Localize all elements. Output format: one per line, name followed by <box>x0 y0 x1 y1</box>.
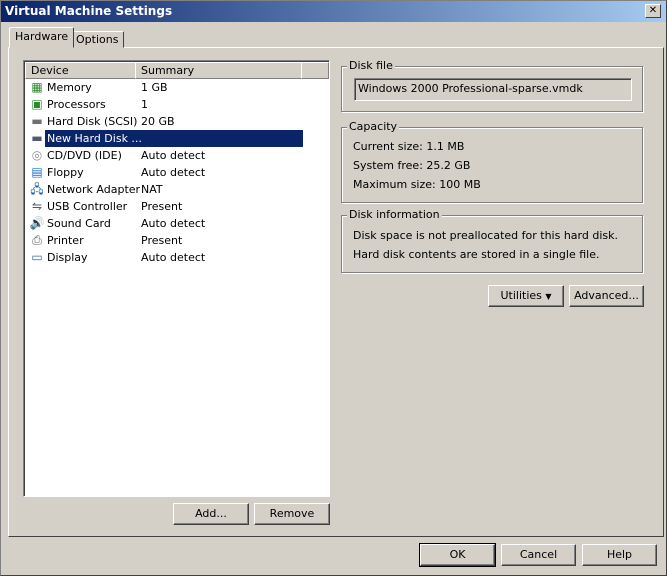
hard-disk-icon: ▬ <box>31 114 43 128</box>
device-summary: Auto detect <box>141 251 206 264</box>
device-row[interactable]: ▭ Display Auto detect <box>25 249 325 266</box>
device-name: Memory <box>47 81 92 94</box>
device-summary: Auto detect <box>141 217 206 230</box>
device-row[interactable]: ⇋ USB Controller Present <box>25 198 325 215</box>
device-summary: 1 GB <box>141 81 168 94</box>
disk-information-legend: Disk information <box>347 208 442 221</box>
device-name: Network Adapter <box>47 183 141 196</box>
device-name: Floppy <box>47 166 84 179</box>
device-row[interactable]: ▬ Hard Disk (SCSI) 20 GB <box>25 113 325 130</box>
capacity-group: Capacity Current size: 1.1 MB System fre… <box>341 120 643 203</box>
device-summary: 20 GB <box>141 115 175 128</box>
disk-info-line-2: Hard disk contents are stored in a singl… <box>353 248 600 261</box>
device-name: New Hard Disk ... <box>45 130 303 147</box>
device-name: CD/DVD (IDE) <box>47 149 122 162</box>
device-row[interactable]: ▦ Memory 1 GB <box>25 79 325 96</box>
remove-button[interactable]: Remove <box>254 503 330 525</box>
device-summary: Present <box>141 200 183 213</box>
title-bar: Virtual Machine Settings <box>1 1 666 22</box>
device-summary: 1 <box>141 98 148 111</box>
disk-file-field[interactable]: Windows 2000 Professional-sparse.vmdk <box>354 78 632 101</box>
column-header-filler <box>301 62 329 79</box>
add-button[interactable]: Add... <box>173 503 249 525</box>
disk-file-legend: Disk file <box>347 59 395 72</box>
dropdown-arrow-icon: ▼ <box>545 292 552 301</box>
floppy-icon: ▤ <box>31 165 43 179</box>
memory-icon: ▦ <box>31 80 43 94</box>
cd-icon: ◎ <box>31 148 43 162</box>
utilities-label: Utilities <box>500 289 542 302</box>
device-row[interactable]: ⎙ Printer Present <box>25 232 325 249</box>
help-button[interactable]: Help <box>582 544 657 566</box>
disk-information-group: Disk information Disk space is not preal… <box>341 208 643 273</box>
capacity-legend: Capacity <box>347 120 400 133</box>
close-button[interactable]: ✕ <box>645 4 661 18</box>
device-name: Display <box>47 251 88 264</box>
current-size-text: Current size: 1.1 MB <box>353 140 465 153</box>
tab-hardware[interactable]: Hardware <box>9 27 75 48</box>
system-free-text: System free: 25.2 GB <box>353 159 471 172</box>
device-name: Hard Disk (SCSI) <box>47 115 138 128</box>
printer-icon: ⎙ <box>32 233 42 247</box>
column-header-device[interactable]: Device <box>25 62 136 79</box>
device-row[interactable]: ◎ CD/DVD (IDE) Auto detect <box>25 147 325 164</box>
usb-icon: ⇋ <box>31 199 43 213</box>
device-name: Printer <box>47 234 84 247</box>
cancel-button[interactable]: Cancel <box>501 544 576 566</box>
ok-button[interactable]: OK <box>419 543 496 567</box>
device-row[interactable]: ▬ New Hard Disk ... <box>25 130 325 147</box>
tab-options[interactable]: Options <box>70 31 125 48</box>
device-row[interactable]: 🖧 Network Adapter NAT <box>25 181 325 198</box>
disk-info-line-1: Disk space is not preallocated for this … <box>353 229 618 242</box>
device-row[interactable]: 🔊 Sound Card Auto detect <box>25 215 325 232</box>
device-name: Processors <box>47 98 106 111</box>
device-list[interactable]: Device Summary ▦ Memory 1 GB ▣ Processors 1 ▬ H… <box>23 60 330 497</box>
advanced-button[interactable]: Advanced... <box>569 285 644 307</box>
device-summary: Auto detect <box>141 149 206 162</box>
utilities-button[interactable]: Utilities ▼ <box>488 285 564 307</box>
device-row[interactable]: ▣ Processors 1 <box>25 96 325 113</box>
device-summary: NAT <box>141 183 163 196</box>
device-summary: Present <box>141 234 183 247</box>
network-icon: 🖧 <box>30 182 44 196</box>
display-icon: ▭ <box>31 250 43 264</box>
device-name: USB Controller <box>47 200 128 213</box>
device-summary: Auto detect <box>141 166 206 179</box>
column-header-summary[interactable]: Summary <box>135 62 302 79</box>
device-name: Sound Card <box>47 217 111 230</box>
processor-icon: ▣ <box>31 97 43 111</box>
disk-file-group: Disk file Windows 2000 Professional-spar… <box>341 59 643 112</box>
speaker-icon: 🔊 <box>29 216 45 230</box>
maximum-size-text: Maximum size: 100 MB <box>353 178 481 191</box>
device-row[interactable]: ▤ Floppy Auto detect <box>25 164 325 181</box>
hard-disk-icon: ▬ <box>31 131 43 145</box>
